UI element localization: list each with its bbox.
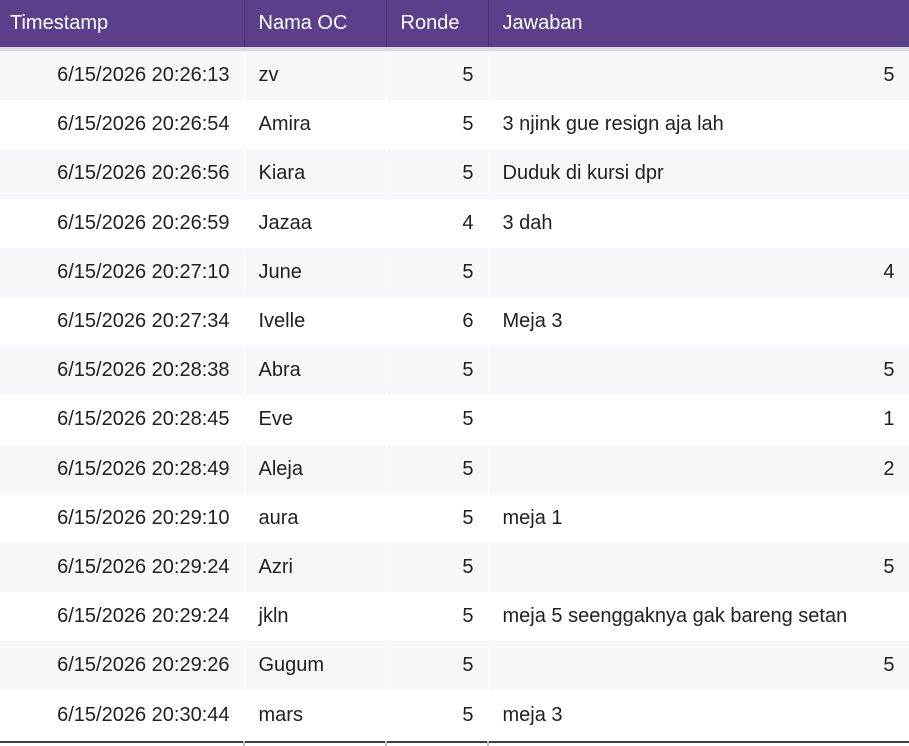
cell-timestamp[interactable]: 6/15/2026 20:29:24 [0,592,244,641]
responses-table: Timestamp Nama OC Ronde Jawaban 6/15/202… [0,0,909,740]
cell-timestamp[interactable]: 6/15/2026 20:28:38 [0,346,244,395]
cell-timestamp[interactable]: 6/15/2026 20:30:44 [0,690,244,739]
table-row[interactable]: 6/15/2026 20:28:38 Abra 5 5 [0,346,909,396]
cell-jawaban[interactable]: 2 [488,445,909,494]
cell-ronde[interactable]: 5 [386,690,488,739]
cell-timestamp[interactable]: 6/15/2026 20:26:54 [0,100,244,149]
table-header: Timestamp Nama OC Ronde Jawaban [0,0,909,51]
table-row[interactable]: 6/15/2026 20:26:13 zv 5 5 [0,51,909,101]
cell-jawaban[interactable]: meja 5 seenggaknya gak bareng setan [488,592,909,641]
cell-nama-oc[interactable]: zv [244,51,386,100]
cell-ronde[interactable]: 5 [386,445,488,494]
cell-nama-oc[interactable]: Jazaa [244,199,386,248]
cell-timestamp[interactable]: 6/15/2026 20:26:56 [0,149,244,198]
cell-jawaban[interactable]: 4 [488,248,909,297]
header-row: Timestamp Nama OC Ronde Jawaban [0,0,909,47]
cell-jawaban[interactable]: 1 [488,395,909,444]
table-row[interactable]: 6/15/2026 20:28:45 Eve 5 1 [0,395,909,445]
column-divider-tick [243,741,245,746]
cell-jawaban[interactable]: 3 njink gue resign aja lah [488,100,909,149]
table-row[interactable]: 6/15/2026 20:27:10 June 5 4 [0,247,909,297]
table-row[interactable]: 6/15/2026 20:27:34 Ivelle 6 Meja 3 [0,296,909,347]
cell-jawaban[interactable]: Meja 3 [488,297,909,346]
cell-nama-oc[interactable]: aura [244,494,386,543]
cell-nama-oc[interactable]: mars [244,690,386,739]
cell-nama-oc[interactable]: Gugum [244,641,386,690]
table-row[interactable]: 6/15/2026 20:29:10 aura 5 meja 1 [0,493,909,543]
cell-ronde[interactable]: 6 [386,297,488,346]
table-row[interactable]: 6/15/2026 20:26:59 Jazaa 4 3 dah [0,198,909,248]
cell-jawaban[interactable]: 5 [488,346,909,395]
cell-timestamp[interactable]: 6/15/2026 20:29:26 [0,641,244,690]
cell-timestamp[interactable]: 6/15/2026 20:29:24 [0,543,244,592]
column-divider-tick [385,741,387,746]
cell-timestamp[interactable]: 6/15/2026 20:28:49 [0,445,244,494]
table-bottom-border [0,741,909,743]
cell-jawaban[interactable]: 5 [488,543,909,592]
cell-nama-oc[interactable]: Eve [244,395,386,444]
cell-jawaban[interactable]: Duduk di kursi dpr [488,149,909,198]
cell-nama-oc[interactable]: jkln [244,592,386,641]
cell-ronde[interactable]: 5 [386,149,488,198]
table-row[interactable]: 6/15/2026 20:26:56 Kiara 5 Duduk di kursi d… [0,149,909,199]
cell-ronde[interactable]: 5 [386,100,488,149]
cell-nama-oc[interactable]: June [244,248,386,297]
cell-jawaban[interactable]: 5 [488,51,909,100]
table-row[interactable]: 6/15/2026 20:28:49 Aleja 5 2 [0,444,909,494]
column-header-ronde[interactable]: Ronde [386,0,489,47]
cell-timestamp[interactable]: 6/15/2026 20:27:10 [0,248,244,297]
table-row[interactable]: 6/15/2026 20:29:24 jkln 5 meja 5 seenggakny… [0,592,909,642]
cell-ronde[interactable]: 5 [386,494,488,543]
cell-ronde[interactable]: 4 [386,199,488,248]
table-row[interactable]: 6/15/2026 20:29:24 Azri 5 5 [0,542,909,593]
cell-timestamp[interactable]: 6/15/2026 20:26:59 [0,199,244,248]
column-header-nama-oc[interactable]: Nama OC [244,0,387,47]
cell-timestamp[interactable]: 6/15/2026 20:27:34 [0,297,244,346]
column-divider-tick [487,741,489,746]
cell-nama-oc[interactable]: Aleja [244,445,386,494]
responses-sheet: Timestamp Nama OC Ronde Jawaban 6/15/202… [0,0,909,746]
cell-nama-oc[interactable]: Amira [244,100,386,149]
cell-ronde[interactable]: 5 [386,592,488,641]
cell-ronde[interactable]: 5 [386,395,488,444]
cell-nama-oc[interactable]: Kiara [244,149,386,198]
cell-nama-oc[interactable]: Ivelle [244,297,386,346]
table-row[interactable]: 6/15/2026 20:26:54 Amira 5 3 njink gue resi… [0,100,909,150]
table-row[interactable]: 6/15/2026 20:30:44 mars 5 meja 3 [0,690,909,740]
column-header-timestamp[interactable]: Timestamp [0,0,245,47]
cell-ronde[interactable]: 5 [386,51,488,100]
cell-nama-oc[interactable]: Azri [244,543,386,592]
table-row[interactable]: 6/15/2026 20:29:26 Gugum 5 5 [0,641,909,691]
cell-jawaban[interactable]: meja 3 [488,690,909,739]
column-header-jawaban[interactable]: Jawaban [488,0,909,47]
cell-timestamp[interactable]: 6/15/2026 20:29:10 [0,494,244,543]
cell-nama-oc[interactable]: Abra [244,346,386,395]
cell-ronde[interactable]: 5 [386,543,488,592]
cell-jawaban[interactable]: 5 [488,641,909,690]
cell-ronde[interactable]: 5 [386,248,488,297]
cell-jawaban[interactable]: 3 dah [488,199,909,248]
table-body: 6/15/2026 20:26:13 zv 5 5 6/15/2026 20:26:54… [0,51,909,740]
cell-jawaban[interactable]: meja 1 [488,494,909,543]
cell-timestamp[interactable]: 6/15/2026 20:26:13 [0,51,244,100]
cell-ronde[interactable]: 5 [386,641,488,690]
cell-ronde[interactable]: 5 [386,346,488,395]
cell-timestamp[interactable]: 6/15/2026 20:28:45 [0,395,244,444]
